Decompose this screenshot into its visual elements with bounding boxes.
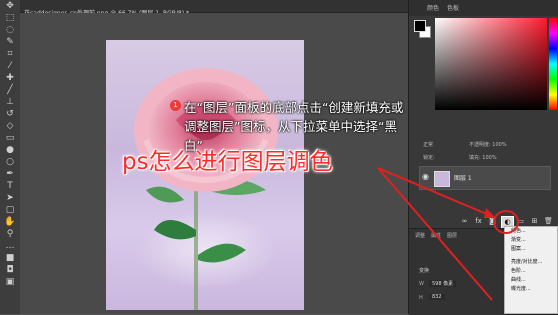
dodge-icon[interactable]: ○ [0,156,20,168]
fill-value[interactable]: 100% [482,155,496,161]
color-panel-tabs: 颜色 色板 [409,0,558,16]
layer-row[interactable]: ◉ 图层 1 [419,166,551,190]
tools-panel: ✥ ⬚ ◌ ✎ ⌗ ⁄ ✚ ╱ ⊥ ↺ ◇ ▭ ● ○ ✒ T ➤ ▢ ✋ ⚲ … [0,0,21,314]
width-field[interactable]: 598 像素 [429,280,457,287]
gradient-icon[interactable]: ▭ [0,132,20,144]
blur-icon[interactable]: ● [0,144,20,156]
fill-control[interactable]: 填充: 100% [469,154,497,161]
pen-icon[interactable]: ✒ [0,168,20,180]
layer-name: 图层 1 [454,175,472,182]
foreground-swatch-icon[interactable]: ■ [0,252,20,264]
menu-item-exposure[interactable]: 曝光度... [505,285,557,294]
headline-title: ps怎么进行图层调色 [122,149,333,175]
history-brush-icon[interactable]: ↺ [0,108,20,120]
adjustment-dropdown-menu: 纯色... 渐变... 图案... 亮度/对比度... 色阶... 曲线... … [504,226,558,314]
screen-mode-icon[interactable]: ▣ [0,276,20,288]
tab-swatches[interactable]: 色板 [447,3,459,12]
menu-item-levels[interactable]: 色阶... [505,267,557,276]
eye-icon[interactable]: ◉ [422,172,429,181]
quick-select-icon[interactable]: ✎ [0,36,20,48]
height-label: H [419,295,423,301]
color-picker-field[interactable] [435,18,547,110]
width-label: W [419,281,424,287]
link-icon[interactable]: ∞ [459,216,470,227]
menu-item-pattern[interactable]: 图案... [505,245,557,254]
menu-item-gradient[interactable]: 渐变... [505,236,557,245]
menu-item-curves[interactable]: 曲线... [505,276,557,285]
lasso-icon[interactable]: ◌ [0,24,20,36]
blend-mode-select[interactable]: 正常 [423,141,433,148]
lock-label: 锁定: [423,155,435,161]
tab-properties[interactable]: 属性 [431,232,441,239]
menu-item-brightness-contrast[interactable]: 亮度/对比度... [505,258,557,267]
tab-color[interactable]: 颜色 [427,3,439,12]
fill-label: 填充: [469,155,481,161]
height-field[interactable]: 832 [429,294,445,300]
opacity-control[interactable]: 不透明度: 100% [469,141,507,148]
eraser-icon[interactable]: ◇ [0,120,20,132]
foreground-color-swatch[interactable] [414,20,426,32]
marquee-icon[interactable]: ⬚ [0,12,20,24]
quick-mask-icon[interactable]: ◘ [0,264,20,276]
fx-icon[interactable]: fx [473,216,484,227]
shape-icon[interactable]: ▢ [0,204,20,216]
hand-icon[interactable]: ✋ [0,216,20,228]
hue-slider[interactable] [549,18,557,110]
document-tab[interactable]: 花caddesigner_cn处理前.png @ 66.7% (图层 1, RG… [20,0,408,17]
crop-icon[interactable]: ⌗ [0,48,20,60]
type-icon[interactable]: T [0,180,20,192]
tab-layers[interactable]: 图层 [447,232,457,239]
path-select-icon[interactable]: ➤ [0,192,20,204]
opacity-value[interactable]: 100% [492,142,506,148]
transform-label: 变换 [419,268,430,274]
healing-icon[interactable]: ✚ [0,72,20,84]
tab-adjustments[interactable]: 调整 [415,232,425,239]
step-number-badge: 1 [170,100,181,111]
stamp-icon[interactable]: ⊥ [0,96,20,108]
zoom-icon[interactable]: ⚲ [0,228,20,240]
brush-icon[interactable]: ╱ [0,84,20,96]
move-icon[interactable]: ✥ [0,0,20,12]
highlight-circle [493,210,519,234]
eyedropper-icon[interactable]: ⁄ [0,60,20,72]
layer-thumbnail [434,171,450,187]
opacity-label: 不透明度: [469,142,491,148]
more-tools-icon[interactable]: … [0,240,20,252]
